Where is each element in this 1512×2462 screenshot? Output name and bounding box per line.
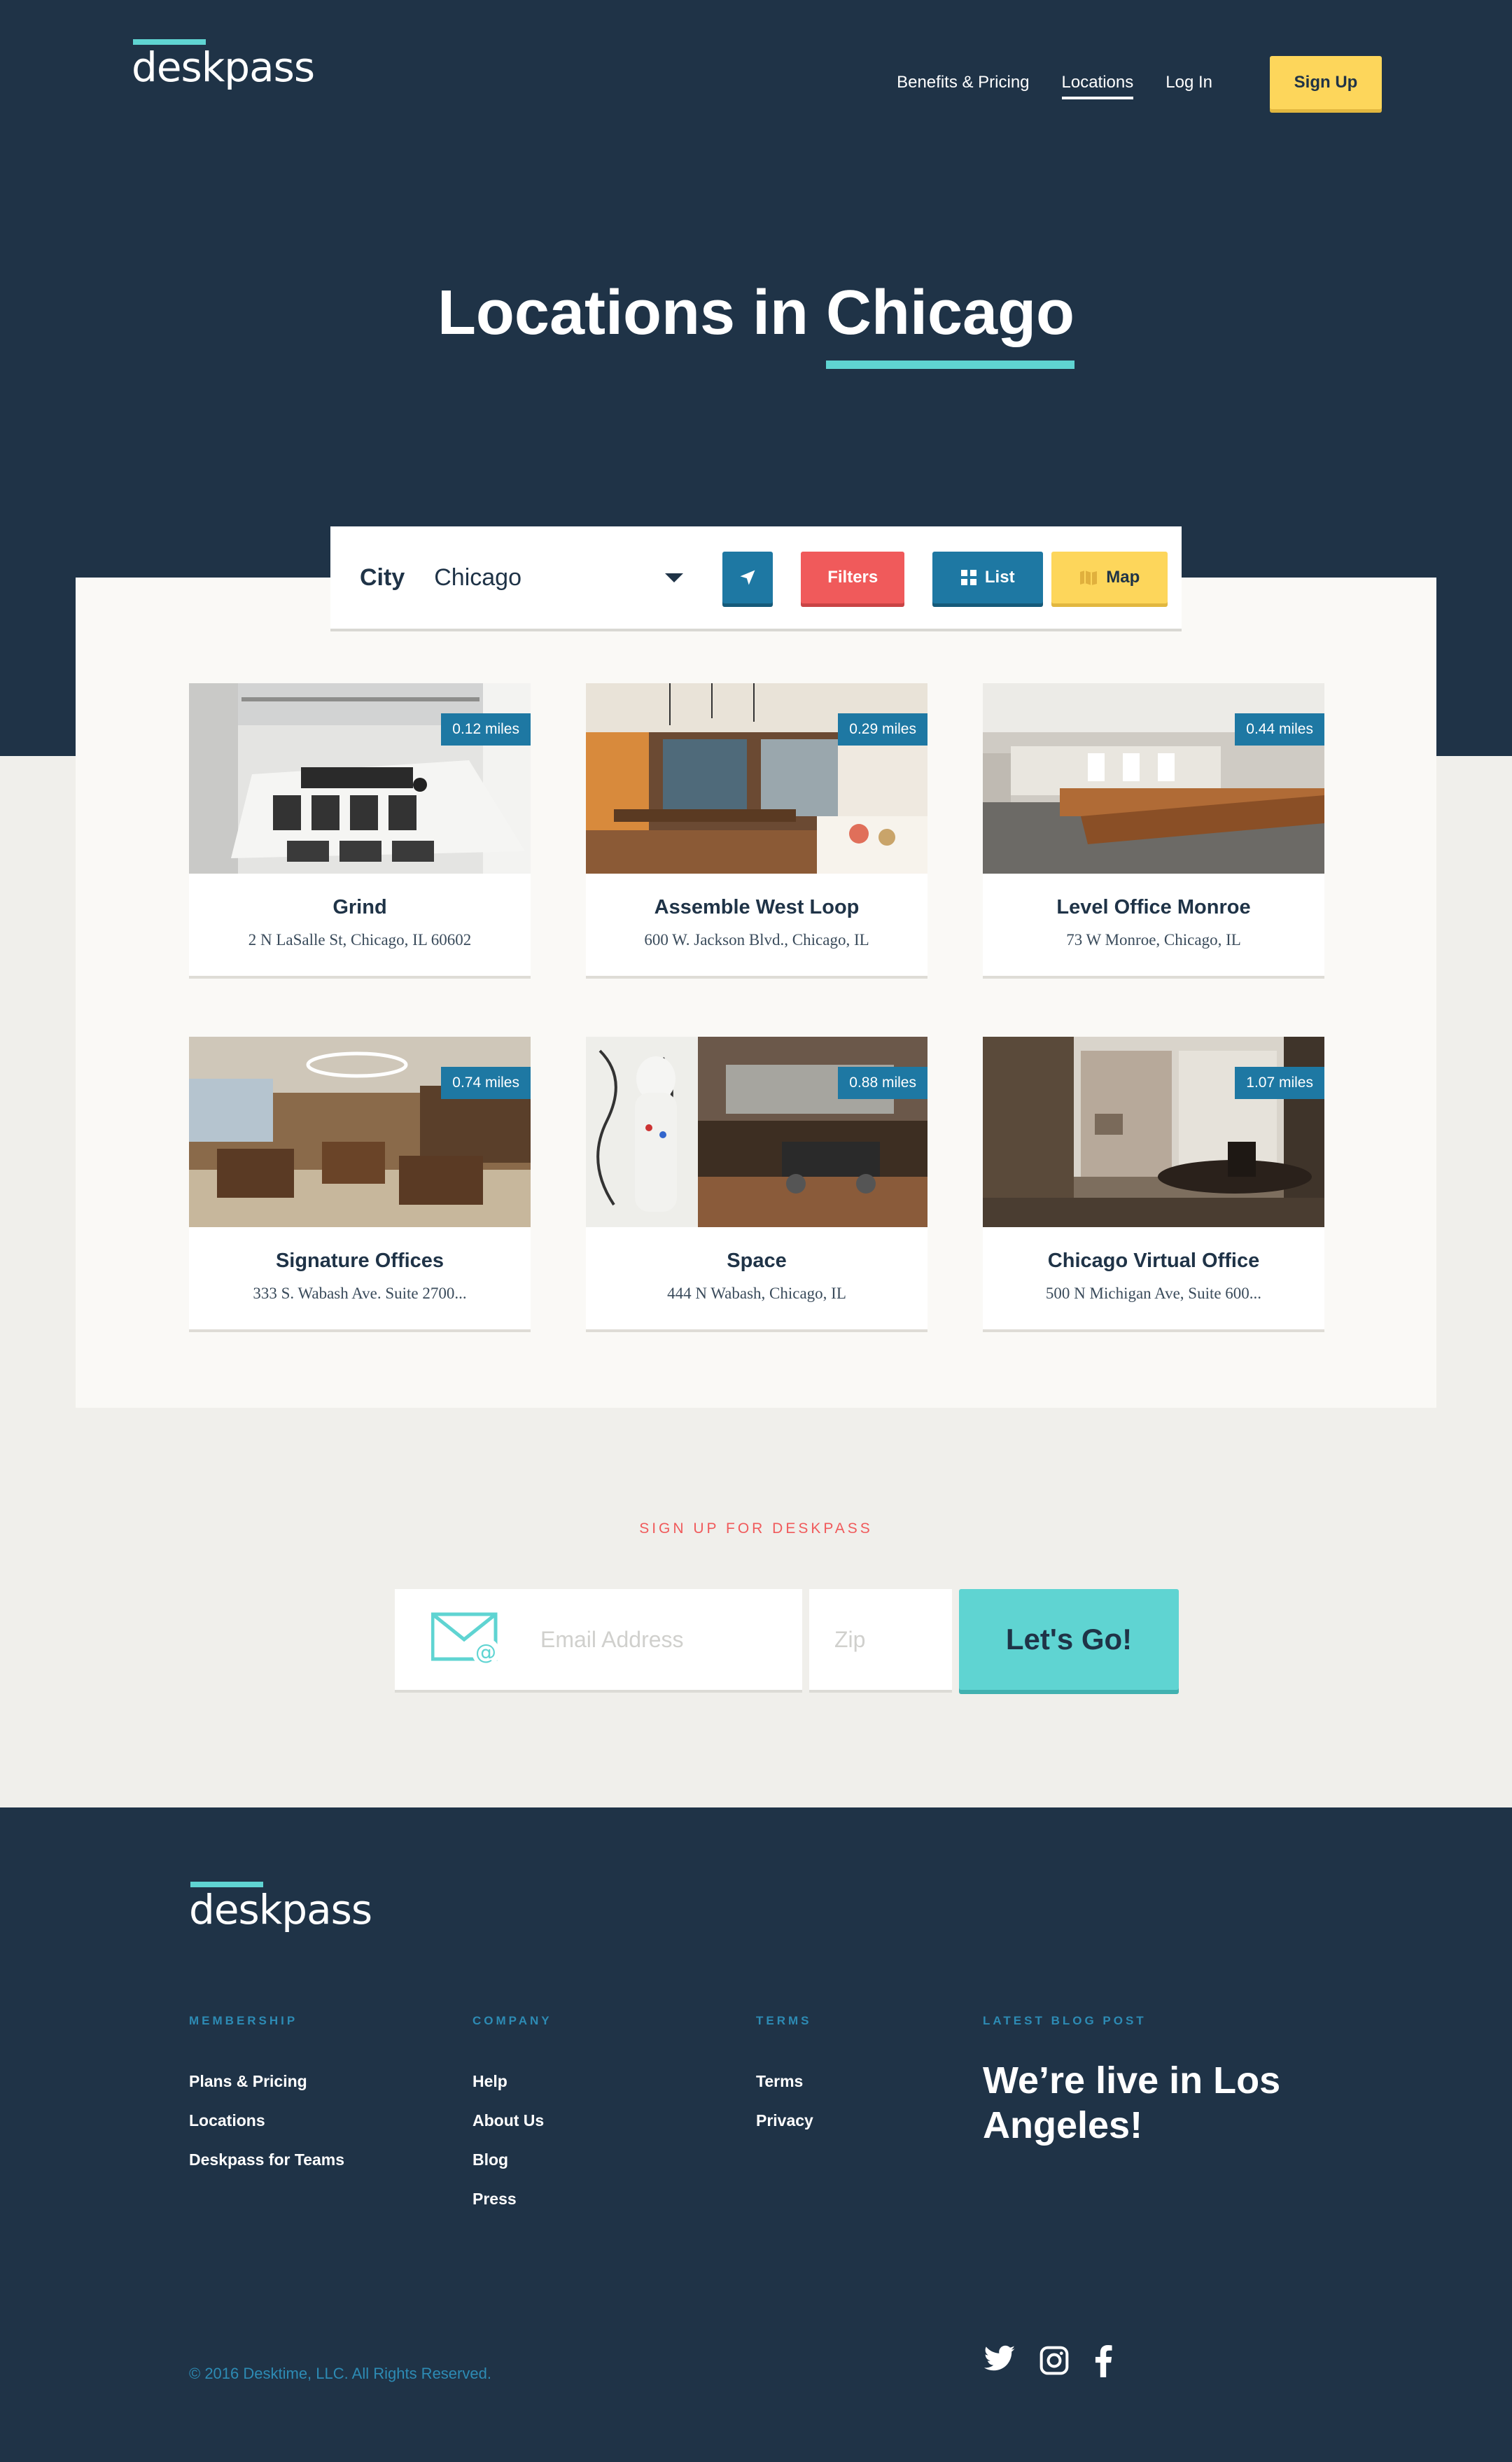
logo-text: deskpass [132,43,315,91]
footer-link-help[interactable]: Help [472,2072,507,2091]
nav-login[interactable]: Log In [1166,73,1212,92]
grid-icon [960,570,976,585]
location-card[interactable]: 0.12 miles Grind 2 N LaSalle St, Chicago… [189,683,531,976]
distance-badge: 0.88 miles [838,1067,927,1099]
page-title: Locations in Chicago [0,277,1512,369]
map-view-label: Map [1106,568,1140,587]
location-photo [189,683,531,874]
footer-heading-terms: TERMS [756,2014,812,2027]
distance-badge: 0.29 miles [838,713,927,746]
latest-blog-post-title[interactable]: We’re live in Los Angeles! [983,2058,1291,2148]
logo-accent-bar [133,39,206,45]
footer-link-press[interactable]: Press [472,2190,517,2209]
copyright-text: © 2016 Desktime, LLC. All Rights Reserve… [189,2365,491,2382]
location-arrow-icon [740,570,755,585]
logo-accent-bar [190,1882,263,1887]
current-location-button[interactable] [722,552,774,603]
distance-badge: 0.74 miles [441,1067,531,1099]
zip-placeholder: Zip [834,1626,866,1652]
location-photo [586,683,927,874]
footer-logo[interactable]: deskpass [189,1882,372,1933]
map-view-button[interactable]: Map [1051,552,1168,603]
location-photo [983,1037,1324,1227]
location-card[interactable]: 0.44 miles Level Office Monroe 73 W Monr… [983,683,1324,976]
footer-link-teams[interactable]: Deskpass for Teams [189,2150,344,2169]
distance-badge: 0.12 miles [441,713,531,746]
location-photo [983,683,1324,874]
footer-heading-blog: LATEST BLOG POST [983,2014,1147,2027]
footer-link-locations[interactable]: Locations [189,2111,265,2130]
footer-link-privacy[interactable]: Privacy [756,2111,813,2130]
footer-heading-membership: MEMBERSHIP [189,2014,298,2027]
facebook-icon[interactable] [1093,2345,1113,2381]
location-photo [189,1037,531,1227]
location-card[interactable]: 0.29 miles Assemble West Loop 600 W. Jac… [586,683,927,976]
location-name[interactable]: Level Office Monroe [983,896,1324,919]
footer-heading-company: COMPANY [472,2014,552,2027]
location-photo [586,1037,927,1227]
page-title-prefix: Locations in [437,278,808,348]
location-name[interactable]: Assemble West Loop [586,896,927,919]
location-address: 444 N Wabash, Chicago, IL [667,1285,846,1302]
location-name[interactable]: Signature Offices [189,1250,531,1273]
list-view-label: List [984,568,1015,587]
location-name[interactable]: Grind [189,896,531,919]
nav-locations[interactable]: Locations [1061,73,1134,99]
distance-badge: 1.07 miles [1235,1067,1324,1099]
signup-heading: SIGN UP FOR DESKPASS [639,1520,873,1537]
filters-button[interactable]: Filters [801,552,905,603]
lets-go-button[interactable]: Let's Go! [959,1589,1179,1690]
location-address: 333 S. Wabash Ave. Suite 2700... [253,1285,467,1302]
page-title-city: Chicago [826,278,1075,369]
filter-bar: City Chicago Filters List Map [330,526,1182,629]
footer-link-plans-pricing[interactable]: Plans & Pricing [189,2072,307,2091]
location-card[interactable]: 0.74 miles Signature Offices 333 S. Waba… [189,1037,531,1329]
svg-text:@: @ [475,1640,496,1665]
signup-button[interactable]: Sign Up [1270,56,1382,109]
email-field[interactable]: @ Email Address [395,1589,802,1690]
location-address: 73 W Monroe, Chicago, IL [1066,931,1241,949]
footer-link-blog[interactable]: Blog [472,2150,508,2169]
nav-benefits-pricing[interactable]: Benefits & Pricing [897,73,1029,92]
location-name[interactable]: Chicago Virtual Office [983,1250,1324,1273]
location-address: 500 N Michigan Ave, Suite 600... [1045,1285,1262,1302]
distance-badge: 0.44 miles [1235,713,1324,746]
city-select[interactable]: Chicago [434,564,665,592]
footer-link-terms[interactable]: Terms [756,2072,803,2091]
twitter-icon[interactable] [983,2345,1016,2379]
logo-text: deskpass [189,1886,372,1933]
zip-field[interactable]: Zip [809,1589,952,1690]
location-address: 2 N LaSalle St, Chicago, IL 60602 [248,931,472,949]
map-icon [1079,570,1098,585]
location-card[interactable]: 1.07 miles Chicago Virtual Office 500 N … [983,1037,1324,1329]
deskpass-logo[interactable]: deskpass [132,39,315,91]
location-address: 600 W. Jackson Blvd., Chicago, IL [644,931,869,949]
email-icon: @ [431,1612,500,1666]
location-name[interactable]: Space [586,1250,927,1273]
instagram-icon[interactable] [1039,2345,1070,2379]
email-placeholder: Email Address [540,1626,684,1652]
list-view-button[interactable]: List [932,552,1044,603]
main-nav: Benefits & Pricing Locations Log In Sign… [864,56,1382,109]
chevron-down-icon[interactable] [665,573,684,582]
footer-link-about[interactable]: About Us [472,2111,544,2130]
location-card[interactable]: 0.88 miles Space 444 N Wabash, Chicago, … [586,1037,927,1329]
city-label: City [360,564,405,591]
